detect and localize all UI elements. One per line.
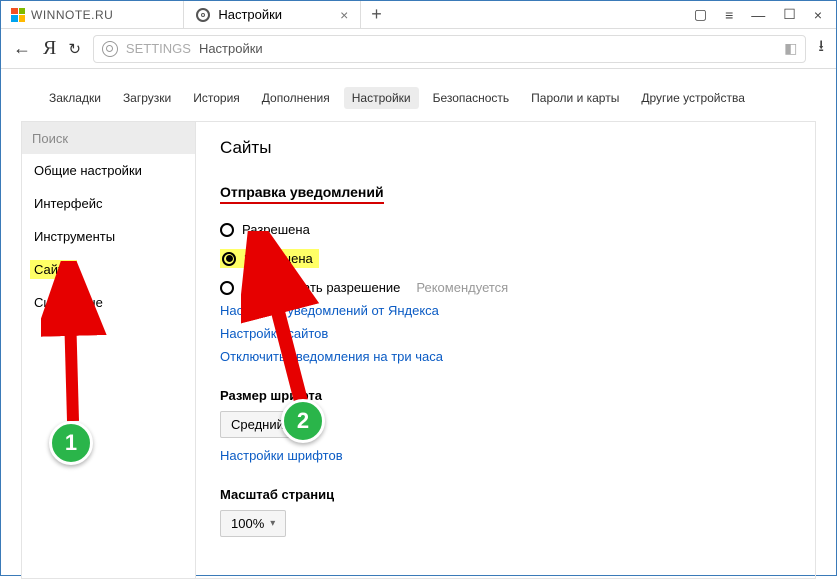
- sidebar-item[interactable]: Общие настройки: [22, 154, 195, 187]
- downloads-icon[interactable]: ⭳: [818, 35, 824, 62]
- gear-icon: [196, 8, 210, 22]
- topnav-item[interactable]: Пароли и карты: [523, 87, 627, 109]
- sidebar-item[interactable]: Системные: [22, 286, 195, 319]
- tab-close-icon[interactable]: ×: [340, 7, 348, 23]
- recommended-label: Рекомендуется: [416, 280, 508, 295]
- sidebar-item[interactable]: Интерфейс: [22, 187, 195, 220]
- radio-denied[interactable]: Запрещена: [220, 249, 319, 268]
- topnav-item[interactable]: Дополнения: [254, 87, 338, 109]
- bookmark-icon[interactable]: ◧: [784, 40, 797, 57]
- zoom-value: 100%: [231, 516, 264, 531]
- section-notifications-title: Отправка уведомлений: [220, 184, 384, 204]
- settings-sidebar: Поиск Общие настройкиИнтерфейсИнструмент…: [21, 121, 196, 579]
- radio-ask-label: Запрашивать разрешение: [242, 280, 400, 295]
- minimize-button[interactable]: —: [751, 7, 765, 23]
- topnav-item[interactable]: Другие устройства: [633, 87, 753, 109]
- topnav-item[interactable]: Закладки: [41, 87, 109, 109]
- radio-allowed-label: Разрешена: [242, 222, 310, 237]
- settings-top-nav: Закладки Загрузки История Дополнения Настрой…: [1, 69, 836, 121]
- font-size-value: Средний: [231, 417, 284, 432]
- radio-allowed[interactable]: Разрешена: [220, 222, 791, 237]
- link-yandex-notifications[interactable]: Настройки уведомлений от Яндекса: [220, 303, 791, 318]
- back-button[interactable]: ←: [13, 38, 31, 59]
- browser-tab[interactable]: Настройки ×: [183, 1, 361, 28]
- radio-denied-label: Запрещена: [244, 251, 313, 266]
- radio-icon: [220, 281, 234, 295]
- new-tab-button[interactable]: +: [371, 4, 382, 25]
- topnav-item[interactable]: Загрузки: [115, 87, 179, 109]
- page-heading: Сайты: [220, 138, 791, 158]
- link-site-settings[interactable]: Настройки сайтов: [220, 326, 791, 341]
- maximize-button[interactable]: ☐: [783, 6, 796, 23]
- menu-icon[interactable]: ≡: [725, 7, 733, 23]
- window-caption: WINNOTE.RU: [31, 8, 113, 22]
- zoom-title: Масштаб страниц: [220, 487, 791, 502]
- reader-mode-icon[interactable]: ▢: [694, 6, 707, 23]
- sidebar-search[interactable]: Поиск: [22, 122, 195, 154]
- topnav-item[interactable]: Настройки: [344, 87, 419, 109]
- omnibox[interactable]: SETTINGS Настройки ◧: [93, 35, 806, 63]
- sidebar-item[interactable]: Сайты: [30, 260, 77, 279]
- annotation-bubble-1: 1: [49, 421, 93, 465]
- annotation-bubble-2: 2: [281, 399, 325, 443]
- close-window-button[interactable]: ×: [814, 7, 822, 23]
- content-area: Поиск Общие настройкиИнтерфейсИнструмент…: [1, 121, 836, 579]
- link-font-settings[interactable]: Настройки шрифтов: [220, 448, 791, 463]
- url-label: Настройки: [199, 41, 263, 56]
- windows-logo-icon: [11, 8, 25, 22]
- site-info-icon: [102, 41, 118, 57]
- topnav-item[interactable]: История: [185, 87, 248, 109]
- tab-title: Настройки: [218, 7, 282, 22]
- search-placeholder: Поиск: [32, 131, 68, 146]
- radio-icon: [222, 252, 236, 266]
- radio-ask[interactable]: Запрашивать разрешение Рекомендуется: [220, 280, 791, 295]
- chevron-down-icon: ▾: [270, 518, 275, 529]
- radio-icon: [220, 223, 234, 237]
- window-titlebar: WINNOTE.RU Настройки × + ▢ ≡ — ☐ ×: [1, 1, 836, 29]
- link-snooze-notifications[interactable]: Отключить уведомления на три часа: [220, 349, 791, 364]
- zoom-dropdown[interactable]: 100% ▾: [220, 510, 286, 537]
- reload-button[interactable]: ↻: [68, 40, 81, 58]
- topnav-item[interactable]: Безопасность: [425, 87, 518, 109]
- address-bar: ← Я ↻ SETTINGS Настройки ◧ ⭳: [1, 29, 836, 69]
- sidebar-item[interactable]: Инструменты: [22, 220, 195, 253]
- settings-main-panel: Сайты Отправка уведомлений Разрешена Зап…: [196, 121, 816, 579]
- window-controls: ▢ ≡ — ☐ ×: [694, 6, 836, 23]
- url-prefix: SETTINGS: [126, 41, 191, 56]
- yandex-logo-icon[interactable]: Я: [43, 37, 56, 60]
